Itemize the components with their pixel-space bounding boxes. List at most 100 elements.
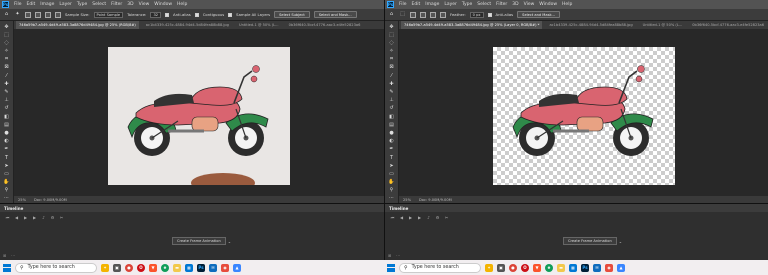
new-selection-icon[interactable] bbox=[25, 11, 31, 18]
healing-tool-icon[interactable]: ✚ bbox=[3, 81, 10, 87]
lasso-tool-icon[interactable]: ◌ bbox=[3, 40, 10, 46]
move-tool-icon[interactable]: ✥ bbox=[388, 24, 395, 30]
magic-wand-tool-icon[interactable]: ✧ bbox=[388, 49, 395, 55]
document-tab[interactable]: ac1b4339-425c-4884-94d4-5d84fea88b88.jpg bbox=[546, 21, 635, 29]
sample-size-select[interactable]: Point Sample bbox=[93, 11, 124, 18]
document-tab-active[interactable]: 746a59b7-a549-4d49-a583-3a8876d49484.jpg… bbox=[16, 21, 139, 29]
zoom-tool-icon[interactable]: ⚲ bbox=[388, 188, 395, 194]
menu-layer[interactable]: Layer bbox=[59, 2, 72, 7]
eraser-tool-icon[interactable]: ◧ bbox=[3, 114, 10, 120]
gradient-tool-icon[interactable]: ▤ bbox=[388, 122, 395, 128]
dodge-tool-icon[interactable]: ◐ bbox=[388, 139, 395, 145]
menu-window[interactable]: Window bbox=[539, 2, 557, 7]
magic-wand-tool-icon[interactable]: ✧ bbox=[3, 49, 10, 55]
edge-icon[interactable]: e bbox=[545, 263, 553, 272]
shape-tool-icon[interactable]: ▭ bbox=[388, 171, 395, 177]
prev-frame-icon[interactable]: ◀ bbox=[399, 215, 404, 220]
create-frame-animation-button[interactable]: Create Frame Animation bbox=[563, 237, 617, 245]
document-tab[interactable]: 0b36f640-5bcf-4776-aac3-e4fe52823a6 bbox=[286, 21, 364, 29]
intersect-selection-icon[interactable] bbox=[440, 11, 446, 18]
menu-view[interactable]: View bbox=[524, 2, 535, 7]
subtract-selection-icon[interactable] bbox=[430, 11, 436, 18]
create-frame-animation-button[interactable]: Create Frame Animation bbox=[172, 237, 226, 245]
stamp-tool-icon[interactable]: ⊥ bbox=[3, 98, 10, 104]
path-selection-tool-icon[interactable]: ➤ bbox=[388, 163, 395, 169]
hand-tool-icon[interactable]: ✋ bbox=[3, 180, 10, 186]
menu-filter[interactable]: Filter bbox=[496, 2, 507, 7]
pen-tool-icon[interactable]: ✒ bbox=[3, 147, 10, 153]
crop-tool-icon[interactable]: ⌗ bbox=[388, 57, 395, 63]
contiguous-checkbox[interactable] bbox=[194, 12, 199, 17]
photos-icon[interactable]: ▲ bbox=[233, 263, 241, 272]
next-frame-icon[interactable]: ▶ bbox=[417, 215, 422, 220]
menu-image[interactable]: Image bbox=[425, 2, 439, 7]
menu-help[interactable]: Help bbox=[177, 2, 187, 7]
menu-select[interactable]: Select bbox=[92, 2, 106, 7]
menu-3d[interactable]: 3D bbox=[512, 2, 518, 7]
marquee-icon[interactable]: ⬚ bbox=[399, 12, 406, 18]
document-tab[interactable]: Untitled-1 @ 50% (L... bbox=[236, 21, 282, 29]
home-icon[interactable]: ⌂ bbox=[388, 12, 395, 18]
history-brush-tool-icon[interactable]: ↺ bbox=[3, 106, 10, 112]
tolerance-input[interactable]: 32 bbox=[150, 11, 162, 18]
prev-frame-icon[interactable]: ◀ bbox=[14, 215, 19, 220]
windows-start-icon[interactable] bbox=[3, 263, 11, 272]
menu-type[interactable]: Type bbox=[462, 2, 472, 7]
menu-edit[interactable]: Edit bbox=[412, 2, 421, 7]
opera-icon[interactable]: O bbox=[137, 263, 145, 272]
move-tool-icon[interactable]: ✥ bbox=[3, 24, 10, 30]
magic-wand-icon[interactable]: ✦ bbox=[14, 12, 21, 18]
split-icon[interactable]: ✂ bbox=[59, 215, 64, 220]
first-frame-icon[interactable]: ⏮ bbox=[5, 215, 10, 220]
canvas-area[interactable] bbox=[14, 29, 384, 196]
taskbar-search-box[interactable]: ⚲ Type here to search bbox=[15, 262, 97, 273]
menu-3d[interactable]: 3D bbox=[127, 2, 133, 7]
marquee-tool-icon[interactable]: ⬚ bbox=[388, 32, 395, 38]
eyedropper-tool-icon[interactable]: ⁄ bbox=[3, 73, 10, 79]
chevron-down-icon[interactable]: ⌄ bbox=[228, 239, 231, 244]
settings-icon[interactable]: ⚙ bbox=[435, 215, 440, 220]
type-tool-icon[interactable]: T bbox=[388, 155, 395, 161]
settings-icon[interactable]: ⚙ bbox=[50, 215, 55, 220]
brush-tool-icon[interactable]: ✎ bbox=[3, 90, 10, 96]
more-tools-icon[interactable]: ⋯ bbox=[3, 196, 10, 202]
chrome-icon[interactable]: ● bbox=[125, 263, 133, 272]
menu-layer[interactable]: Layer bbox=[444, 2, 457, 7]
store-icon[interactable]: ▦ bbox=[569, 263, 577, 272]
healing-tool-icon[interactable]: ✚ bbox=[388, 81, 395, 87]
zoom-slider-icon[interactable]: ⋯ bbox=[11, 254, 16, 258]
canvas-area[interactable] bbox=[399, 29, 768, 196]
sample-all-layers-checkbox[interactable] bbox=[228, 12, 233, 17]
blur-tool-icon[interactable]: ● bbox=[3, 130, 10, 136]
history-brush-tool-icon[interactable]: ↺ bbox=[388, 106, 395, 112]
dodge-tool-icon[interactable]: ◐ bbox=[3, 139, 10, 145]
task-view-icon[interactable]: ▣ bbox=[497, 263, 505, 272]
add-selection-icon[interactable] bbox=[420, 11, 426, 18]
menu-edit[interactable]: Edit bbox=[27, 2, 36, 7]
play-icon[interactable]: ▶ bbox=[408, 215, 413, 220]
mail-icon[interactable]: ✉ bbox=[593, 263, 601, 272]
shape-tool-icon[interactable]: ▭ bbox=[3, 171, 10, 177]
menu-filter[interactable]: Filter bbox=[111, 2, 122, 7]
taskbar-search-box[interactable]: ⚲ Type here to search bbox=[399, 262, 481, 273]
search-highlight-icon[interactable]: ✦ bbox=[101, 263, 109, 272]
subtract-selection-icon[interactable] bbox=[45, 11, 51, 18]
eraser-tool-icon[interactable]: ◧ bbox=[388, 114, 395, 120]
first-frame-icon[interactable]: ⏮ bbox=[390, 215, 395, 220]
document-tab[interactable]: Untitled-1 @ 50% (L... bbox=[640, 21, 686, 29]
menu-view[interactable]: View bbox=[139, 2, 150, 7]
hand-tool-icon[interactable]: ✋ bbox=[388, 180, 395, 186]
play-icon[interactable]: ▶ bbox=[23, 215, 28, 220]
document-canvas-transparent[interactable] bbox=[493, 47, 675, 185]
document-tab[interactable]: ac1b4339-425c-4884-94d4-5d84fea88b88.jpg bbox=[143, 21, 232, 29]
document-tab-active[interactable]: 746a59b7-a549-4d49-a583-3a8876d49484.jpg… bbox=[401, 21, 543, 29]
convert-icon[interactable]: ⊞ bbox=[388, 254, 393, 258]
brave-icon[interactable]: ▼ bbox=[149, 263, 157, 272]
intersect-selection-icon[interactable] bbox=[55, 11, 61, 18]
frame-tool-icon[interactable]: ⊠ bbox=[388, 65, 395, 71]
file-explorer-icon[interactable]: ▬ bbox=[557, 263, 565, 272]
chevron-down-icon[interactable]: ⌄ bbox=[619, 239, 622, 244]
eyedropper-tool-icon[interactable]: ⁄ bbox=[388, 73, 395, 79]
new-selection-icon[interactable] bbox=[410, 11, 416, 18]
zoom-level[interactable]: 25% bbox=[403, 198, 411, 202]
